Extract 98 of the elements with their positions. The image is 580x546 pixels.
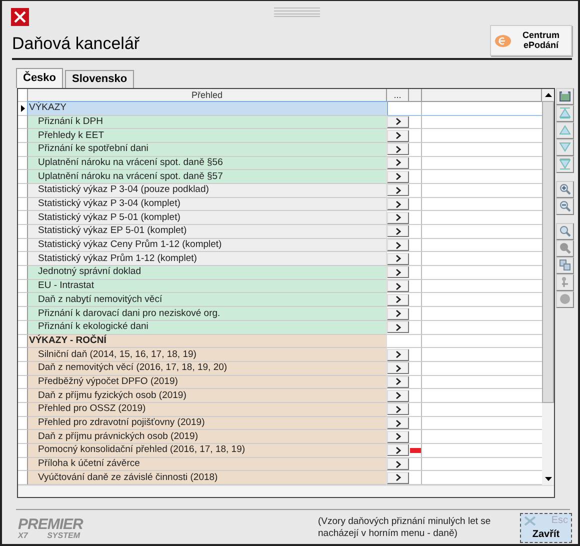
- close-icon: [524, 516, 536, 526]
- table-cell[interactable]: Silniční daň (2014, 15, 16, 17, 18, 19): [28, 348, 387, 362]
- open-button[interactable]: [387, 156, 409, 169]
- row-pointer-icon: [20, 104, 24, 112]
- zoom-out-button[interactable]: [556, 198, 574, 215]
- table-cell[interactable]: Statistický výkaz P 3-04 (pouze podklad): [28, 184, 387, 198]
- bar-triangle-icon: [559, 158, 571, 170]
- table-cell[interactable]: Předběžný výpočet DPFO (2019): [28, 376, 387, 390]
- open-button[interactable]: [387, 376, 409, 388]
- bar-triangle-icon: [559, 107, 571, 120]
- circle-icon: [559, 293, 571, 306]
- horizontal-scrollbar[interactable]: [18, 485, 554, 497]
- find-button[interactable]: [556, 222, 574, 240]
- export-button[interactable]: [556, 88, 574, 105]
- column-header[interactable]: [422, 88, 542, 102]
- table-cell[interactable]: Přiznání ke spotřební dani: [28, 142, 387, 157]
- triangle-up-icon: [559, 124, 571, 136]
- open-button[interactable]: [387, 294, 409, 306]
- table-cell[interactable]: Statistický výkaz Ceny Prům 1-12 (komplet): [28, 238, 387, 252]
- open-button[interactable]: [387, 430, 409, 443]
- table-cell[interactable]: Vyúčtování daně ze závislé činnosti (2018): [28, 471, 387, 486]
- search-icon: [559, 225, 571, 238]
- move-up-button[interactable]: [556, 122, 574, 139]
- open-button[interactable]: [387, 198, 409, 210]
- scroll-up-icon[interactable]: [544, 92, 552, 97]
- table-cell[interactable]: Přiznání k DPH: [28, 116, 387, 130]
- open-button[interactable]: [387, 458, 409, 470]
- search-icon: [559, 242, 571, 254]
- table-cell[interactable]: Statistický výkaz Prům 1-12 (komplet): [28, 252, 387, 266]
- record-button[interactable]: [556, 290, 574, 308]
- zoom-in-button[interactable]: [556, 180, 574, 198]
- table-cell[interactable]: Uplatnění nároku na vrácení spot. daně §57: [28, 170, 387, 184]
- table-cell[interactable]: Příloha k účetní závěrce: [28, 458, 387, 472]
- open-button[interactable]: [387, 252, 409, 265]
- open-button[interactable]: [387, 130, 409, 142]
- copy-button[interactable]: [556, 256, 574, 274]
- open-button[interactable]: [387, 184, 409, 196]
- table-cell[interactable]: Přehled pro zdravotní pojišťovny (2019): [28, 416, 387, 430]
- logo-version: X7: [18, 532, 28, 540]
- group-heading[interactable]: VÝKAZY: [28, 102, 387, 116]
- open-button[interactable]: [387, 321, 409, 334]
- first-record-button[interactable]: [556, 104, 574, 122]
- column-header[interactable]: [409, 88, 422, 102]
- table-cell[interactable]: EU - Intrastat: [28, 280, 387, 294]
- table-cell[interactable]: Statistický výkaz EP 5-01 (komplet): [28, 225, 387, 239]
- search-button[interactable]: [556, 240, 574, 257]
- open-button[interactable]: [387, 444, 409, 456]
- zoom-in-icon: [559, 183, 571, 196]
- button-label: Zavřít: [531, 529, 561, 540]
- open-button[interactable]: [387, 348, 409, 361]
- table-cell[interactable]: Daň z příjmu fyzických osob (2019): [28, 389, 387, 403]
- tool-button[interactable]: [556, 274, 574, 291]
- table-cell[interactable]: Pomocný konsolidační přehled (2016, 17, 18, 19): [28, 444, 387, 458]
- zoom-out-icon: [559, 200, 571, 212]
- table-cell[interactable]: Statistický výkaz P 5-01 (komplet): [28, 211, 387, 226]
- open-button[interactable]: [387, 472, 409, 484]
- table-cell[interactable]: Daň z nabytí nemovitých věcí: [28, 293, 387, 308]
- column-header[interactable]: ...: [387, 88, 409, 102]
- epodani-button[interactable]: Centrum ePodání: [490, 25, 572, 56]
- close-icon[interactable]: [11, 8, 29, 26]
- table-cell[interactable]: Uplatnění nároku na vrácení spot. daně §56: [28, 156, 387, 170]
- table-cell[interactable]: Přiznání k ekologické dani: [28, 320, 387, 335]
- triangle-down-icon: [559, 141, 571, 154]
- open-button[interactable]: [387, 170, 409, 183]
- last-record-button[interactable]: [556, 156, 574, 173]
- spreadsheet-icon: [559, 90, 571, 102]
- table-cell[interactable]: Daň z nemovitých věcí (2016, 17, 18, 19, 20): [28, 362, 387, 376]
- table-cell[interactable]: Přehled pro OSSZ (2019): [28, 402, 387, 417]
- scroll-down-icon[interactable]: [544, 477, 552, 482]
- open-button[interactable]: [387, 362, 409, 374]
- open-button[interactable]: [387, 403, 409, 416]
- copy-icon: [559, 259, 571, 272]
- open-button[interactable]: [387, 212, 409, 224]
- open-button[interactable]: [387, 280, 409, 292]
- open-button[interactable]: [387, 116, 409, 128]
- move-down-button[interactable]: [556, 138, 574, 156]
- figure-icon: [559, 276, 571, 288]
- open-button[interactable]: [387, 143, 409, 156]
- vertical-scrollbar[interactable]: [542, 88, 554, 486]
- hint-text: (Vzory daňových přiznání minulých let se nacházejí v horním menu - daně): [318, 516, 492, 540]
- table-cell[interactable]: Jednotný správní doklad: [28, 266, 387, 280]
- group-heading[interactable]: VÝKAZY - ROČNÍ: [28, 334, 387, 348]
- logo-subtitle: SYSTEM: [47, 532, 80, 540]
- e-logo-icon: [495, 34, 511, 46]
- open-button[interactable]: [387, 417, 409, 429]
- table-cell[interactable]: Statistický výkaz P 3-04 (komplet): [28, 198, 387, 212]
- open-button[interactable]: [387, 239, 409, 252]
- tab[interactable]: Česko: [16, 68, 64, 88]
- tab[interactable]: Slovensko: [65, 70, 134, 88]
- window-title: Daňová kancelář: [12, 33, 140, 55]
- drag-handle-icon[interactable]: [274, 7, 320, 17]
- open-button[interactable]: [387, 266, 409, 278]
- table-cell[interactable]: Přehledy k EET: [28, 129, 387, 143]
- open-button[interactable]: [387, 225, 409, 238]
- open-button[interactable]: [387, 390, 409, 402]
- table-cell[interactable]: Daň z příjmu právnických osob (2019): [28, 430, 387, 444]
- table-cell[interactable]: Přiznání k darovací dani pro neziskové org.: [28, 307, 387, 321]
- open-button[interactable]: [387, 308, 409, 320]
